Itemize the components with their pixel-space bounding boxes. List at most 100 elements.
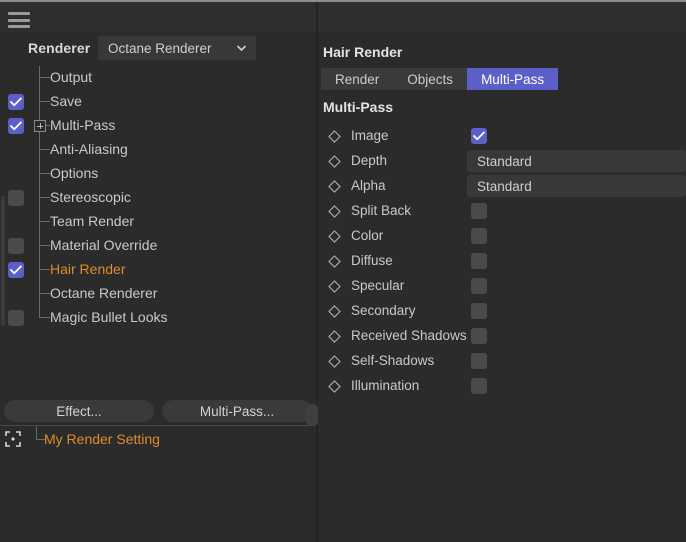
- tree-row[interactable]: Material Override: [0, 234, 316, 258]
- tree-checkbox-multi-pass[interactable]: [8, 118, 24, 134]
- tree-checkbox-team-render: [8, 214, 24, 230]
- multipass-checkbox[interactable]: [471, 303, 487, 319]
- multipass-label: Image: [351, 128, 389, 143]
- multipass-button[interactable]: Multi-Pass...: [162, 400, 312, 422]
- tab-objects[interactable]: Objects: [393, 68, 468, 90]
- tree-checkbox-octane-renderer: [8, 286, 24, 302]
- tree-line: [39, 186, 40, 210]
- hamburger-icon[interactable]: [8, 12, 30, 28]
- multipass-row: Alpha Standard: [318, 174, 686, 199]
- multipass-checkbox[interactable]: [471, 378, 487, 394]
- render-setting-row[interactable]: My Render Setting: [0, 426, 316, 452]
- tree-item-label[interactable]: Save: [50, 93, 82, 109]
- tree-line: [39, 282, 40, 306]
- multipass-row: Specular: [318, 274, 686, 299]
- render-settings-tree[interactable]: Output Save Multi-Pass Anti-Aliasing Options…: [0, 66, 316, 424]
- diamond-icon[interactable]: [328, 155, 341, 168]
- tab-multi-pass[interactable]: Multi-Pass: [467, 68, 559, 90]
- tree-row[interactable]: Hair Render: [0, 258, 316, 282]
- tree-line: [39, 293, 50, 294]
- tree-row[interactable]: Options: [0, 162, 316, 186]
- tree-row[interactable]: Output: [0, 66, 316, 90]
- tree-row[interactable]: Save: [0, 90, 316, 114]
- tree-line: [39, 245, 50, 246]
- renderer-dropdown-value: Octane Renderer: [108, 40, 212, 56]
- multipass-row: Secondary: [318, 299, 686, 324]
- diamond-icon[interactable]: [328, 330, 341, 343]
- diamond-icon[interactable]: [328, 255, 341, 268]
- multipass-checkbox[interactable]: [471, 128, 487, 144]
- tree-line: [39, 77, 50, 78]
- multipass-checkbox[interactable]: [471, 278, 487, 294]
- tree-checkbox-anti-aliasing: [8, 142, 24, 158]
- tree-checkbox-save[interactable]: [8, 94, 24, 110]
- renderer-dropdown[interactable]: Octane Renderer: [98, 36, 256, 60]
- tree-line: [39, 234, 40, 258]
- multipass-dropdown[interactable]: Standard: [467, 150, 686, 172]
- tree-item-label[interactable]: Anti-Aliasing: [50, 141, 128, 157]
- tree-line: [39, 90, 40, 114]
- multipass-row: Diffuse: [318, 249, 686, 274]
- multipass-checkbox[interactable]: [471, 353, 487, 369]
- tree-item-label[interactable]: Team Render: [50, 213, 134, 229]
- tree-checkbox-stereoscopic[interactable]: [8, 190, 24, 206]
- diamond-icon[interactable]: [328, 380, 341, 393]
- multipass-row: Self-Shadows: [318, 349, 686, 374]
- multipass-checkbox[interactable]: [471, 328, 487, 344]
- tree-item-label[interactable]: Octane Renderer: [50, 285, 157, 301]
- multipass-label: Diffuse: [351, 253, 393, 268]
- tree-checkbox-hair-render[interactable]: [8, 262, 24, 278]
- render-setting-icon[interactable]: [5, 431, 21, 447]
- render-setting-label[interactable]: My Render Setting: [44, 431, 160, 447]
- tree-line: [39, 317, 50, 318]
- tree-line: [39, 138, 40, 162]
- diamond-icon[interactable]: [328, 355, 341, 368]
- diamond-icon[interactable]: [328, 280, 341, 293]
- multipass-label: Received Shadows: [351, 328, 467, 343]
- tree-checkbox-material-override[interactable]: [8, 238, 24, 254]
- tree-checkbox-magic-bullet-looks[interactable]: [8, 310, 24, 326]
- tree-line: [39, 197, 50, 198]
- tree-row[interactable]: Multi-Pass: [0, 114, 316, 138]
- tree-item-label[interactable]: Options: [50, 165, 98, 181]
- diamond-icon[interactable]: [328, 205, 341, 218]
- effect-button[interactable]: Effect...: [4, 400, 154, 422]
- tree-row[interactable]: Team Render: [0, 210, 316, 234]
- multipass-label: Depth: [351, 153, 388, 168]
- tree-item-label[interactable]: Stereoscopic: [50, 189, 131, 205]
- multipass-dropdown[interactable]: Standard: [467, 175, 686, 197]
- tree-item-label[interactable]: Material Override: [50, 237, 157, 253]
- renderer-label: Renderer: [28, 40, 91, 56]
- section-title: Multi-Pass: [323, 99, 394, 115]
- multipass-row: Split Back: [318, 199, 686, 224]
- diamond-icon[interactable]: [328, 230, 341, 243]
- tree-row[interactable]: Anti-Aliasing: [0, 138, 316, 162]
- tree-row[interactable]: Stereoscopic: [0, 186, 316, 210]
- panel-resize-grip[interactable]: [305, 404, 319, 426]
- diamond-icon[interactable]: [328, 305, 341, 318]
- multipass-checkbox[interactable]: [471, 253, 487, 269]
- expand-plus-icon[interactable]: [34, 120, 46, 132]
- diamond-icon[interactable]: [328, 130, 341, 143]
- tree-item-label[interactable]: Multi-Pass: [50, 117, 115, 133]
- multipass-checkbox[interactable]: [471, 203, 487, 219]
- renderer-row: Renderer Octane Renderer: [0, 32, 316, 64]
- tree-line: [39, 66, 40, 90]
- multipass-checkbox[interactable]: [471, 228, 487, 244]
- tab-render[interactable]: Render: [321, 68, 394, 90]
- tree-line: [39, 210, 40, 234]
- tree-line: [39, 101, 50, 102]
- tree-row[interactable]: Octane Renderer: [0, 282, 316, 306]
- diamond-icon[interactable]: [328, 180, 341, 193]
- render-setting-list[interactable]: My Render Setting: [0, 426, 316, 542]
- tree-row[interactable]: Magic Bullet Looks: [0, 306, 316, 330]
- multipass-label: Specular: [351, 278, 405, 293]
- multipass-label: Color: [351, 228, 384, 243]
- tree-action-buttons: Effect... Multi-Pass...: [0, 400, 316, 424]
- multipass-row: Image: [318, 124, 686, 149]
- tree-item-label[interactable]: Output: [50, 69, 92, 85]
- tree-line: [39, 269, 50, 270]
- tree-checkbox-options: [8, 166, 24, 182]
- tree-item-label[interactable]: Magic Bullet Looks: [50, 309, 168, 325]
- tree-item-label[interactable]: Hair Render: [50, 261, 125, 277]
